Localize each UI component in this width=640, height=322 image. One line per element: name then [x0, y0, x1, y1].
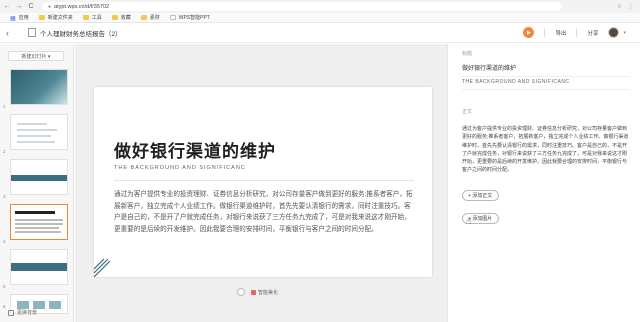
apps-icon: ▦	[10, 16, 16, 22]
title-label: 标题	[462, 51, 473, 57]
document-icon	[28, 28, 36, 37]
thumb-number: 2	[3, 149, 6, 154]
thumb-image	[49, 301, 61, 309]
back-chevron-icon[interactable]: ‹	[6, 28, 20, 38]
back-arrow-icon[interactable]: ←	[2, 2, 12, 12]
refresh-icon[interactable]	[237, 288, 245, 296]
slide-thumbnail[interactable]	[10, 114, 68, 150]
thumb-band	[11, 175, 67, 181]
reload-icon[interactable]: C	[26, 2, 36, 12]
smart-beautify-label: 智能美化	[258, 289, 279, 296]
thumb-line	[15, 227, 59, 229]
decorative-stripes	[94, 259, 110, 277]
bookmark-label: 收藏	[120, 15, 131, 21]
bookmark-apps[interactable]: ▦ 应用	[10, 14, 29, 22]
bookmark-label: 应用	[18, 15, 29, 21]
export-button[interactable]: 导出	[555, 29, 566, 37]
thumb-line	[15, 231, 61, 233]
address-bar[interactable]: ● atypt.wps.cn/d/f/35702	[42, 2, 562, 11]
play-icon: ▶	[527, 29, 531, 36]
slide-thumbnail[interactable]	[10, 249, 68, 285]
slide-thumbnail[interactable]	[10, 69, 68, 105]
thumb-line	[17, 123, 47, 125]
share-button[interactable]: 分享	[587, 29, 598, 37]
bookmark-folder[interactable]: 工具	[82, 14, 102, 21]
bookmark-folder[interactable]: 收藏	[111, 14, 131, 21]
body-field[interactable]: 通过为客户提供专业的投资理财、证券信息分析研究，对公司存量客户做到更好的服务;推…	[462, 125, 630, 175]
folder-icon	[38, 15, 45, 20]
beautify-icon	[251, 289, 256, 295]
thumb-image	[33, 301, 45, 309]
subtitle-field[interactable]: THE BACKGROUND AND SIGNIFICANC	[462, 79, 630, 90]
avatar[interactable]	[608, 27, 620, 38]
thumb-number: 6	[3, 304, 6, 309]
doc-icon	[169, 15, 176, 20]
chevron-down-icon[interactable]: ▾	[623, 30, 626, 36]
lock-icon: ●	[48, 3, 52, 10]
folder-icon	[140, 15, 147, 20]
browser-toolbar: ← → C ● atypt.wps.cn/d/f/35702 ☆ ⋮	[0, 0, 640, 13]
slide-canvas: 做好银行渠道的维护 THE BACKGROUND AND SIGNIFICANC…	[75, 44, 447, 322]
url-text: atypt.wps.cn/d/f/35702	[54, 3, 110, 10]
change-background-button[interactable]: 更换背景	[8, 309, 37, 316]
add-body-button[interactable]: + 添加正文	[462, 190, 500, 201]
bookmarks-bar: ▦ 应用 新建文件夹 工具 收藏 素材 WPS智能PPT	[0, 13, 640, 23]
thumb-line	[15, 223, 63, 225]
body-label: 正文	[462, 109, 473, 115]
bookmark-label: WPS智能PPT	[178, 15, 210, 21]
slide-thumbnails-panel: 新建幻灯片 ▾ 1 2 3 4 5 6 更换背景	[0, 44, 74, 322]
pointer-cursor-icon: ☝	[466, 216, 472, 226]
thumb-number: 5	[3, 284, 6, 289]
bookmark-folder[interactable]: 新建文件夹	[38, 14, 73, 21]
folder-icon	[111, 15, 118, 20]
slide-body-text[interactable]: 通过为客户提供专业的投资理财、证券信息分析研究，对公司存量客户做到更好的服务;推…	[114, 189, 414, 235]
document-title[interactable]: 个人理财财务总结报告（2）	[40, 28, 122, 38]
background-icon	[8, 309, 14, 316]
bookmark-wps[interactable]: WPS智能PPT	[169, 14, 210, 21]
app-header: ‹ 个人理财财务总结报告（2） ▶ 导出 分享 ▾	[0, 23, 640, 43]
new-slide-button[interactable]: 新建幻灯片 ▾	[8, 51, 64, 61]
slide-thumbnail-active[interactable]	[10, 204, 68, 240]
slide-tools: 智能美化	[237, 288, 278, 296]
bookmark-label: 新建文件夹	[47, 15, 73, 21]
text-properties-panel: 标题 做好银行渠道的维护 THE BACKGROUND AND SIGNIFIC…	[447, 44, 640, 322]
play-button[interactable]: ▶	[523, 27, 535, 38]
current-slide[interactable]: 做好银行渠道的维护 THE BACKGROUND AND SIGNIFICANC…	[94, 87, 432, 277]
thumb-band	[11, 263, 67, 271]
thumb-cover-image	[11, 70, 67, 104]
slide-title[interactable]: 做好银行渠道的维护	[114, 137, 276, 162]
divider	[576, 28, 578, 37]
smart-beautify-button[interactable]: 智能美化	[251, 289, 278, 296]
divider	[544, 28, 546, 37]
thumb-line	[17, 135, 51, 137]
thumb-number: 4	[3, 239, 6, 244]
thumb-title	[15, 211, 55, 214]
thumb-number: 3	[3, 194, 6, 199]
thumb-number: 1	[3, 104, 6, 109]
menu-icon[interactable]: ⋮	[628, 3, 634, 10]
bookmark-label: 素材	[149, 15, 160, 21]
bookmark-label: 工具	[91, 15, 102, 21]
thumb-line	[15, 219, 63, 221]
thumb-line	[17, 129, 57, 131]
divider	[114, 180, 414, 181]
thumb-line	[17, 141, 55, 143]
change-background-label: 更换背景	[17, 310, 38, 316]
thumb-image	[17, 301, 29, 309]
forward-arrow-icon[interactable]: →	[14, 2, 24, 12]
title-field[interactable]: 做好银行渠道的维护	[462, 63, 630, 77]
folder-icon	[82, 15, 89, 20]
slide-thumbnail[interactable]	[10, 159, 68, 195]
star-icon[interactable]: ☆	[617, 3, 622, 10]
bookmark-folder[interactable]: 素材	[140, 14, 160, 21]
slide-subtitle[interactable]: THE BACKGROUND AND SIGNIFICANC	[114, 165, 246, 171]
